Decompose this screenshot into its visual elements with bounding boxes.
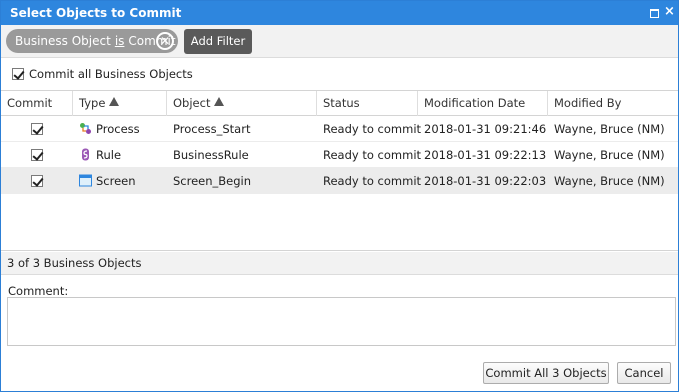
row-modified-by: Wayne, Bruce (NM) bbox=[554, 148, 665, 162]
add-filter-button[interactable]: Add Filter bbox=[184, 29, 252, 54]
column-header-status[interactable]: Status bbox=[317, 91, 418, 116]
grid-header: Commit Type Object Status Modification D… bbox=[1, 91, 678, 116]
maximize-icon[interactable] bbox=[649, 7, 660, 18]
record-count: 3 of 3 Business Objects bbox=[1, 252, 678, 275]
row-modified-by: Wayne, Bruce (NM) bbox=[554, 174, 665, 188]
commit-all-checkbox[interactable] bbox=[12, 68, 24, 80]
filter-chip-operator[interactable]: is bbox=[115, 34, 125, 48]
row-type: Screen bbox=[73, 168, 136, 194]
row-type: Process bbox=[73, 116, 140, 142]
screen-icon bbox=[79, 174, 92, 187]
objects-grid: Commit Type Object Status Modification D… bbox=[1, 90, 678, 251]
row-modification-date: 2018-01-31 09:22:13 bbox=[424, 148, 547, 162]
sort-ascending-icon bbox=[109, 97, 120, 106]
row-status: Ready to commit bbox=[323, 122, 422, 136]
row-type: Rule bbox=[73, 142, 121, 168]
table-row[interactable]: Process Process_Start Ready to commit 20… bbox=[1, 116, 678, 142]
comment-label: Comment: bbox=[8, 284, 69, 298]
cancel-button[interactable]: Cancel bbox=[617, 362, 671, 384]
row-type-label: Screen bbox=[96, 174, 136, 188]
row-commit-checkbox[interactable] bbox=[31, 175, 43, 187]
row-modification-date: 2018-01-31 09:22:03 bbox=[424, 174, 547, 188]
column-header-commit[interactable]: Commit bbox=[1, 91, 73, 116]
filter-chip[interactable]: Business Object is Commit ✕ bbox=[6, 29, 178, 53]
process-icon bbox=[80, 123, 91, 134]
row-modified-by: Wayne, Bruce (NM) bbox=[554, 122, 665, 136]
table-row[interactable]: Rule BusinessRule Ready to commit 2018-0… bbox=[1, 142, 678, 168]
row-commit-checkbox[interactable] bbox=[31, 123, 43, 135]
filter-chip-field: Business Object bbox=[15, 34, 111, 48]
titlebar: Select Objects to Commit × bbox=[1, 1, 678, 25]
column-header-object[interactable]: Object bbox=[167, 91, 317, 116]
row-object: BusinessRule bbox=[173, 148, 249, 162]
remove-filter-icon[interactable]: ✕ bbox=[156, 32, 174, 50]
dialog-title: Select Objects to Commit bbox=[10, 6, 182, 20]
row-object: Process_Start bbox=[173, 122, 251, 136]
column-header-type[interactable]: Type bbox=[73, 91, 167, 116]
comment-field[interactable] bbox=[7, 297, 676, 346]
row-type-label: Process bbox=[96, 122, 140, 136]
row-status: Ready to commit bbox=[323, 148, 422, 162]
column-header-type-label: Type bbox=[79, 96, 106, 110]
row-modification-date: 2018-01-31 09:21:46 bbox=[424, 122, 547, 136]
commit-all-label: Commit all Business Objects bbox=[29, 67, 193, 81]
commit-all-button[interactable]: Commit All 3 Objects bbox=[483, 362, 609, 384]
column-header-modified-by[interactable]: Modified By bbox=[548, 91, 678, 116]
commit-all-option[interactable]: Commit all Business Objects bbox=[12, 67, 193, 81]
row-object: Screen_Begin bbox=[173, 174, 252, 188]
filter-bar: Business Object is Commit ✕ Add Filter bbox=[1, 25, 678, 58]
table-row[interactable]: Screen Screen_Begin Ready to commit 2018… bbox=[1, 168, 678, 194]
column-header-modification-date[interactable]: Modification Date bbox=[418, 91, 548, 116]
row-status: Ready to commit bbox=[323, 174, 422, 188]
rule-icon bbox=[82, 148, 89, 161]
row-commit-checkbox[interactable] bbox=[31, 149, 43, 161]
commit-dialog: Select Objects to Commit × Business Obje… bbox=[0, 0, 679, 392]
row-type-label: Rule bbox=[96, 148, 122, 162]
sort-ascending-icon bbox=[214, 97, 225, 106]
close-icon[interactable]: × bbox=[664, 5, 675, 18]
column-header-object-label: Object bbox=[173, 96, 211, 110]
